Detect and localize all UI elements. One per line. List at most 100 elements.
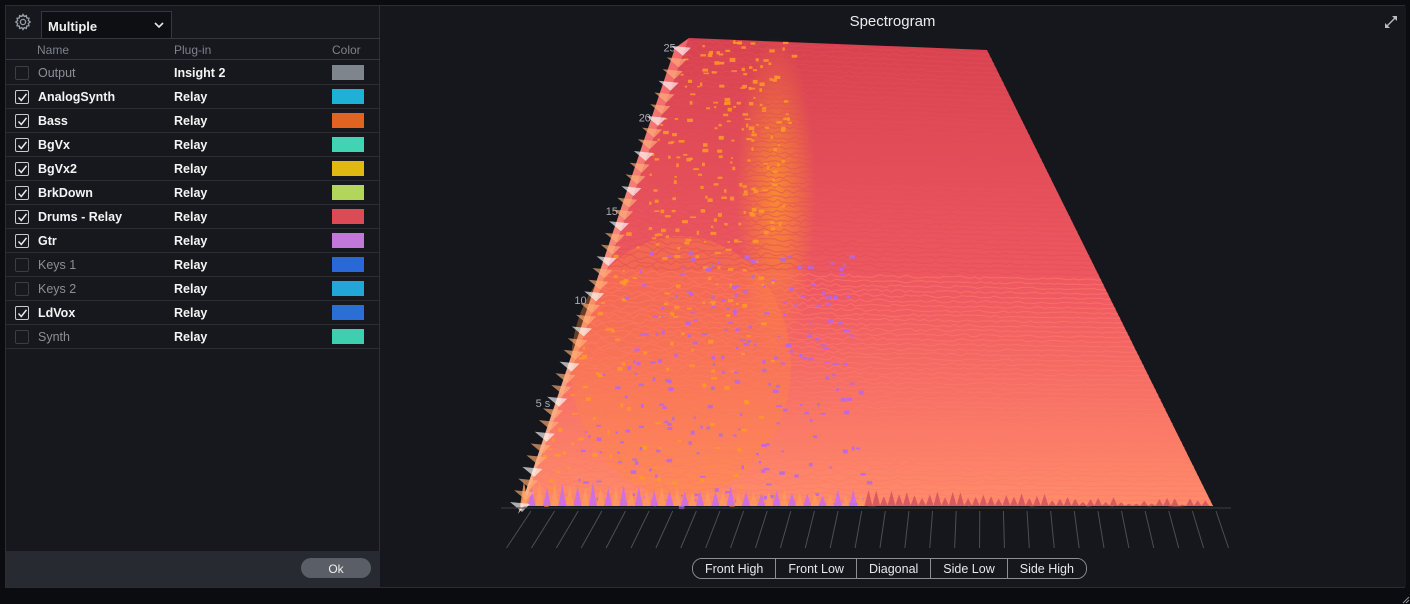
surface-speckle <box>582 346 585 350</box>
track-color-swatch[interactable] <box>332 161 364 176</box>
track-row[interactable]: BrkDown Relay <box>6 181 380 205</box>
surface-speckle <box>746 123 749 128</box>
track-color-swatch[interactable] <box>332 137 364 152</box>
track-list: Output Insight 2 AnalogSynth Relay Bass Relay… <box>6 61 380 349</box>
surface-speckle <box>766 443 770 446</box>
checkmark-icon <box>17 165 28 174</box>
track-color-swatch[interactable] <box>332 209 364 224</box>
surface-speckle <box>751 274 755 279</box>
surface-speckle <box>791 54 798 58</box>
track-row[interactable]: Keys 2 Relay <box>6 277 380 301</box>
surface-speckle <box>730 161 733 164</box>
surface-speckle <box>671 209 676 213</box>
surface-speckle <box>828 295 833 300</box>
surface-speckle <box>753 96 756 99</box>
surface-speckle <box>728 321 733 324</box>
surface-speckle <box>655 422 661 425</box>
track-row[interactable]: BgVx2 Relay <box>6 157 380 181</box>
view-button-front-low[interactable]: Front Low <box>776 559 857 578</box>
track-color-swatch[interactable] <box>332 113 364 128</box>
surface-speckle <box>626 232 632 236</box>
track-checkbox[interactable] <box>15 162 29 176</box>
surface-speckle <box>662 406 667 409</box>
track-mode-dropdown[interactable]: Multiple <box>41 11 172 38</box>
track-checkbox[interactable] <box>15 114 29 128</box>
track-row[interactable]: Gtr Relay <box>6 229 380 253</box>
surface-speckle <box>702 68 709 72</box>
track-plugin: Relay <box>174 330 208 344</box>
frequency-gridline <box>506 510 532 549</box>
surface-speckle <box>640 476 646 480</box>
track-row[interactable]: Keys 1 Relay <box>6 253 380 277</box>
track-color-swatch[interactable] <box>332 257 364 272</box>
surface-speckle <box>598 373 603 378</box>
surface-speckle <box>813 435 818 438</box>
surface-speckle <box>624 296 630 300</box>
track-checkbox[interactable] <box>15 210 29 224</box>
surface-speckle <box>670 341 674 346</box>
track-checkbox[interactable] <box>15 234 29 248</box>
surface-speckle <box>770 221 775 225</box>
track-checkbox[interactable] <box>15 282 29 296</box>
track-color-swatch[interactable] <box>332 185 364 200</box>
color-column-header: Color <box>332 43 361 57</box>
surface-speckle <box>772 79 777 82</box>
surface-speckle <box>730 196 735 201</box>
surface-speckle <box>712 362 716 366</box>
view-button-side-low[interactable]: Side Low <box>931 559 1008 578</box>
surface-speckle <box>721 355 725 359</box>
surface-speckle <box>666 458 673 463</box>
surface-speckle <box>737 447 742 452</box>
surface-speckle <box>849 382 855 385</box>
surface-speckle <box>738 240 742 243</box>
surface-speckle <box>638 383 644 387</box>
track-row[interactable]: LdVox Relay <box>6 301 380 325</box>
view-button-side-high[interactable]: Side High <box>1007 559 1086 578</box>
track-checkbox[interactable] <box>15 186 29 200</box>
surface-speckle <box>740 412 743 417</box>
track-checkbox[interactable] <box>15 306 29 320</box>
surface-speckle <box>597 312 603 316</box>
surface-speckle <box>710 225 714 228</box>
track-color-swatch[interactable] <box>332 281 364 296</box>
surface-speckle <box>777 144 780 147</box>
track-checkbox[interactable] <box>15 330 29 344</box>
surface-speckle <box>634 461 639 465</box>
track-row[interactable]: BgVx Relay <box>6 133 380 157</box>
track-checkbox[interactable] <box>15 90 29 104</box>
surface-speckle <box>661 330 665 335</box>
surface-speckle <box>617 451 621 454</box>
track-row[interactable]: Synth Relay <box>6 325 380 349</box>
track-color-swatch[interactable] <box>332 233 364 248</box>
spectrogram-3d-view[interactable]: 252015105 s <box>381 6 1406 589</box>
ok-button[interactable]: Ok <box>301 558 371 578</box>
surface-speckle <box>821 291 826 295</box>
surface-speckle <box>687 118 693 122</box>
surface-speckle <box>677 440 682 442</box>
spectrogram-panel: 25 20 15 10 5 s Spectrogram Front High Front … <box>381 6 1406 587</box>
track-row[interactable]: Bass Relay <box>6 109 380 133</box>
track-color-swatch[interactable] <box>332 65 364 80</box>
gear-icon[interactable] <box>14 13 32 31</box>
track-color-swatch[interactable] <box>332 89 364 104</box>
surface-speckle <box>672 197 676 201</box>
track-checkbox[interactable] <box>15 138 29 152</box>
surface-speckle <box>648 468 652 472</box>
track-color-swatch[interactable] <box>332 329 364 344</box>
surface-speckle <box>665 235 670 238</box>
surface-speckle <box>799 353 803 358</box>
resize-grip-icon[interactable] <box>1400 594 1410 604</box>
track-checkbox[interactable] <box>15 66 29 80</box>
expand-icon[interactable] <box>1384 15 1398 29</box>
track-checkbox[interactable] <box>15 258 29 272</box>
track-row[interactable]: AnalogSynth Relay <box>6 85 380 109</box>
view-button-diagonal[interactable]: Diagonal <box>856 559 932 578</box>
track-row[interactable]: Drums - Relay Relay <box>6 205 380 229</box>
view-button-front-high[interactable]: Front High <box>693 559 777 578</box>
track-color-swatch[interactable] <box>332 305 364 320</box>
surface-speckle <box>743 190 748 194</box>
surface-speckle <box>781 160 785 163</box>
surface-speckle <box>776 422 780 425</box>
track-row[interactable]: Output Insight 2 <box>6 61 380 85</box>
surface-speckle <box>731 285 737 289</box>
